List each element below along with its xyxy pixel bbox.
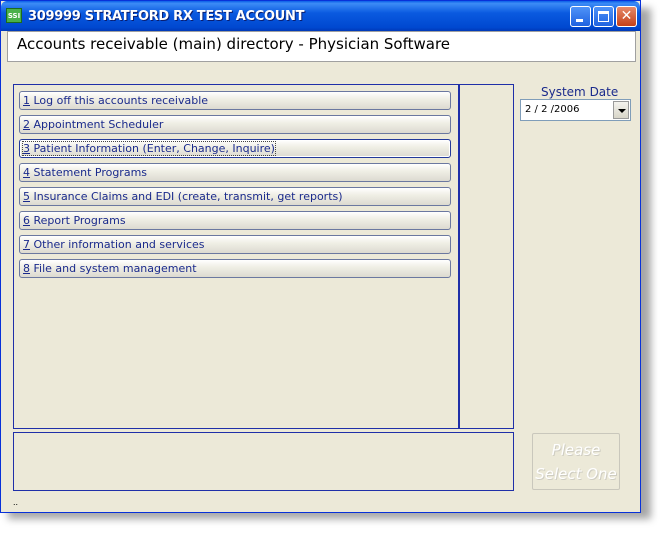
menu-item-hotkey: 2 xyxy=(23,118,30,131)
minimize-button[interactable] xyxy=(570,6,591,27)
menu-item-text: Other information and services xyxy=(30,238,205,251)
side-frame xyxy=(459,84,514,429)
close-button[interactable]: ✕ xyxy=(616,6,637,27)
system-date-value[interactable]: 2 / 2 /2006 xyxy=(525,104,579,115)
menu-item-text: Insurance Claims and EDI (create, transm… xyxy=(30,190,343,203)
menu-item-text: Appointment Scheduler xyxy=(30,118,164,131)
title-bar[interactable]: SSI 309999 STRATFORD RX TEST ACCOUNT ✕ xyxy=(1,1,640,31)
menu-item-label: 2 Appointment Scheduler xyxy=(23,118,163,131)
system-date-label: System Date xyxy=(541,85,619,99)
menu-item-text: Patient Information (Enter, Change, Inqu… xyxy=(30,142,275,155)
please-select-line1: Please xyxy=(551,441,601,459)
menu-item-label: 7 Other information and services xyxy=(23,238,205,251)
message-frame xyxy=(13,432,514,491)
menu-frame xyxy=(13,84,459,429)
menu-item-hotkey: 1 xyxy=(23,94,30,107)
menu-item-hotkey: 4 xyxy=(23,166,30,179)
minimize-icon xyxy=(576,19,583,22)
menu-item-text: Report Programs xyxy=(30,214,126,227)
menu-item-label: 1 Log off this accounts receivable xyxy=(23,94,208,107)
menu-item-label: 6 Report Programs xyxy=(23,214,126,227)
page-title: Accounts receivable (main) directory - P… xyxy=(17,35,451,53)
close-icon: ✕ xyxy=(620,8,633,24)
menu-item-3[interactable]: 3 Patient Information (Enter, Change, In… xyxy=(19,139,451,158)
menu-item-text: File and system management xyxy=(30,262,197,275)
chevron-down-icon[interactable] xyxy=(613,101,629,119)
menu-item-hotkey: 5 xyxy=(23,190,30,203)
menu-item-hotkey: 3 xyxy=(23,142,30,155)
main-window: SSI 309999 STRATFORD RX TEST ACCOUNT ✕ A… xyxy=(0,0,641,513)
menu-item-label: 8 File and system management xyxy=(23,262,197,275)
menu-item-hotkey: 7 xyxy=(23,238,30,251)
window-title: 309999 STRATFORD RX TEST ACCOUNT xyxy=(28,9,305,24)
please-select-line2: Select One xyxy=(535,465,617,483)
menu-item-1[interactable]: 1 Log off this accounts receivable xyxy=(19,91,451,110)
menu-item-hotkey: 6 xyxy=(23,214,30,227)
menu-item-label: 5 Insurance Claims and EDI (create, tran… xyxy=(23,190,343,203)
menu-item-4[interactable]: 4 Statement Programs xyxy=(19,163,451,182)
menu-item-hotkey: 8 xyxy=(23,262,30,275)
menu-item-label: 3 Patient Information (Enter, Change, In… xyxy=(22,141,276,156)
menu-item-7[interactable]: 7 Other information and services xyxy=(19,235,451,254)
app-icon: SSI xyxy=(6,8,22,23)
menu-item-text: Log off this accounts receivable xyxy=(30,94,209,107)
menu-item-2[interactable]: 2 Appointment Scheduler xyxy=(19,115,451,134)
please-select-button[interactable]: Please Select One xyxy=(532,433,620,490)
system-date-combobox[interactable]: 2 / 2 /2006 xyxy=(520,99,631,121)
maximize-icon xyxy=(598,11,609,22)
menu-item-6[interactable]: 6 Report Programs xyxy=(19,211,451,230)
menu-item-text: Statement Programs xyxy=(30,166,148,179)
status-text: .. xyxy=(13,497,19,507)
maximize-button[interactable] xyxy=(593,6,614,27)
header-panel: Accounts receivable (main) directory - P… xyxy=(7,31,636,62)
menu-item-label: 4 Statement Programs xyxy=(23,166,147,179)
menu-item-5[interactable]: 5 Insurance Claims and EDI (create, tran… xyxy=(19,187,451,206)
menu-item-8[interactable]: 8 File and system management xyxy=(19,259,451,278)
